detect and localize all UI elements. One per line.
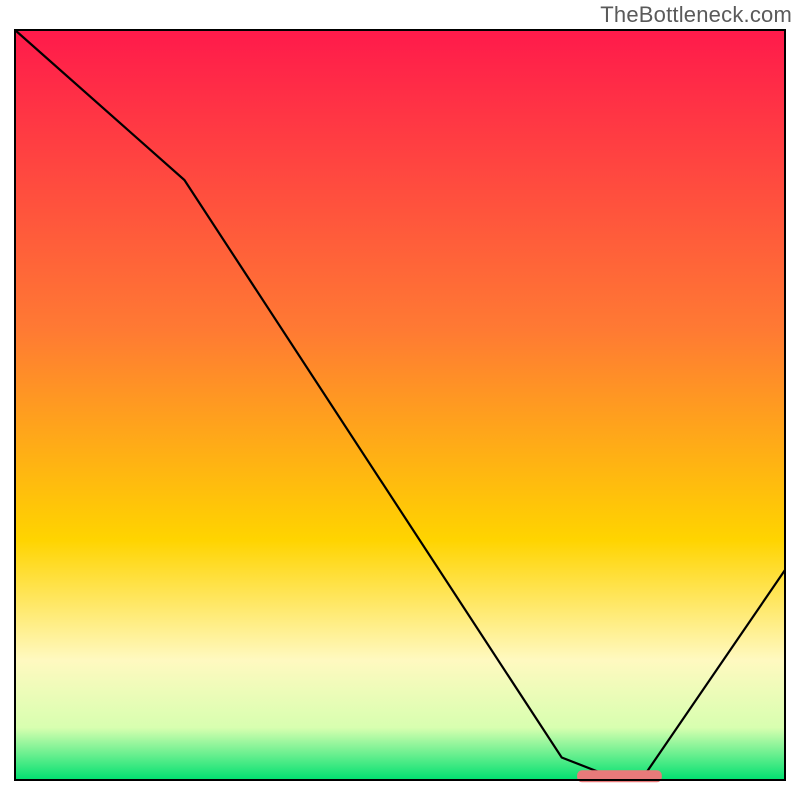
bottleneck-chart bbox=[0, 0, 800, 800]
chart-container: { "watermark": "TheBottleneck.com", "col… bbox=[0, 0, 800, 800]
plot-background bbox=[15, 30, 785, 780]
watermark-text: TheBottleneck.com bbox=[600, 2, 792, 28]
